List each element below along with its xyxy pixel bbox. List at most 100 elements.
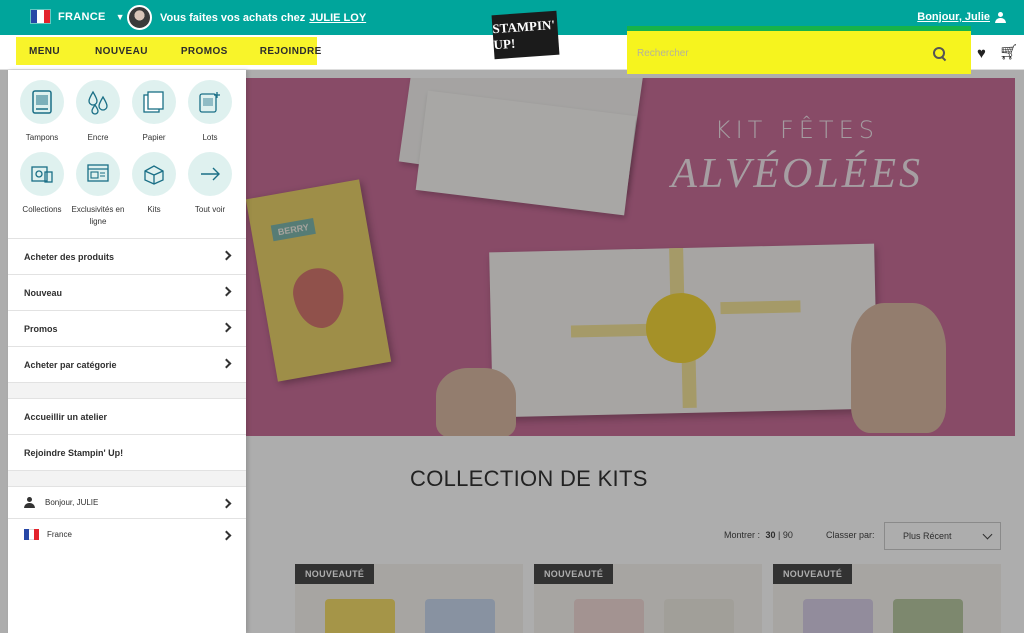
product-tile[interactable]: NOUVEAUTÉ [773, 564, 1001, 633]
category-grid: Tampons Encre Papier Lots Collections Ex… [14, 80, 240, 228]
menu-row-country[interactable]: France [8, 518, 246, 550]
show-label: Montrer : [724, 530, 761, 540]
country-selector[interactable]: FRANCE ▼ [30, 9, 125, 24]
category-papier[interactable]: Papier [126, 80, 182, 144]
category-label: Collections [22, 205, 62, 214]
row-label: Nouveau [24, 287, 63, 298]
stamp-icon [20, 80, 64, 124]
demonstrator-avatar [127, 5, 152, 30]
nav-rejoindre[interactable]: REJOINDRE [247, 46, 335, 57]
hero-banner[interactable]: BERRY KIT FÊTES ALVÉOLÉES [246, 78, 1015, 436]
hand-right-image [851, 303, 946, 433]
hero-title-line1: KIT FÊTES [714, 116, 879, 144]
new-badge: NOUVEAUTÉ [773, 564, 853, 584]
chevron-right-icon [221, 358, 232, 369]
category-label: Papier [142, 133, 166, 142]
sort-select[interactable]: Plus Récent [884, 522, 1001, 550]
category-exclusivites[interactable]: Exclusivités en ligne [70, 152, 126, 228]
account-greeting-link[interactable]: Bonjour, Julie [917, 11, 1006, 23]
show-count: Montrer : 30 | 90 [724, 530, 793, 540]
main-nav: MENU NOUVEAU PROMOS REJOINDRE [16, 37, 321, 65]
hero-title-line2: ALVÉOLÉES [671, 151, 923, 197]
category-label: Kits [147, 205, 161, 214]
row-label: Acheter par catégorie [24, 359, 117, 370]
chevron-right-icon [221, 530, 232, 541]
menu-link-atelier[interactable]: Accueillir un atelier [8, 398, 246, 434]
chevron-right-icon [221, 286, 232, 297]
menu-row-promos[interactable]: Promos [8, 310, 246, 346]
honeycomb-sun-image [645, 292, 717, 364]
category-tampons[interactable]: Tampons [14, 80, 70, 144]
chevron-down-icon [982, 529, 993, 540]
demonstrator-name-link[interactable]: JULIE LOY [309, 12, 366, 24]
chevron-right-icon [221, 498, 232, 509]
category-label: Exclusivités en ligne [71, 205, 125, 226]
stampin-up-logo[interactable]: STAMPIN' UP! [491, 10, 560, 60]
menu-row-acheter-categorie[interactable]: Acheter par catégorie [8, 346, 246, 382]
wishlist-heart-icon[interactable]: ♥ [977, 45, 986, 62]
user-icon [24, 497, 35, 508]
row-label: Promos [24, 323, 58, 334]
show-option-90[interactable]: 90 [783, 530, 793, 540]
sort-label: Classer par: [826, 530, 875, 540]
category-label: Tampons [25, 133, 59, 142]
arrow-right-icon [188, 152, 232, 196]
collections-icon [20, 152, 64, 196]
nav-promos[interactable]: PROMOS [168, 46, 247, 57]
caret-down-icon: ▼ [115, 11, 125, 22]
paper-icon [132, 80, 176, 124]
row-label: France [47, 530, 72, 539]
menu-divider [8, 470, 246, 486]
bundle-icon [188, 80, 232, 124]
online-exclusive-icon [76, 152, 120, 196]
hand-left-image [436, 368, 516, 436]
menu-divider [8, 382, 246, 398]
category-label: Tout voir [194, 205, 226, 214]
search-input[interactable] [637, 48, 927, 59]
product-tile[interactable]: NOUVEAUTÉ [534, 564, 762, 633]
category-tout-voir[interactable]: Tout voir [182, 152, 238, 228]
nav-menu[interactable]: MENU [16, 46, 82, 57]
france-flag-icon [30, 9, 51, 24]
category-label: Encre [87, 133, 109, 142]
kits-box-icon [132, 152, 176, 196]
country-label: FRANCE [58, 10, 106, 23]
search-bar [637, 37, 961, 70]
shopping-with-text: Vous faites vos achats chez [160, 11, 306, 24]
new-badge: NOUVEAUTÉ [534, 564, 614, 584]
category-lots[interactable]: Lots [182, 80, 238, 144]
new-badge: NOUVEAUTÉ [295, 564, 375, 584]
search-icon[interactable] [933, 47, 945, 59]
menu-row-account[interactable]: Bonjour, JULIE [8, 486, 246, 518]
collection-title: COLLECTION DE KITS [410, 466, 648, 491]
sort-value: Plus Récent [903, 531, 952, 541]
product-tile[interactable]: NOUVEAUTÉ [295, 564, 523, 633]
side-menu-rows: Acheter des produits Nouveau Promos Ache… [8, 238, 246, 550]
user-icon [995, 11, 1006, 23]
berry-label: BERRY [270, 217, 317, 242]
row-label: Accueillir un atelier [24, 411, 108, 422]
row-label: Rejoindre Stampin' Up! [24, 447, 124, 458]
side-menu: Tampons Encre Papier Lots Collections Ex… [8, 70, 246, 633]
row-label: Acheter des produits [24, 251, 115, 262]
search-highlight [627, 26, 971, 74]
nav-nouveau[interactable]: NOUVEAU [82, 46, 168, 57]
greeting-text: Bonjour, Julie [917, 11, 990, 23]
hero-berry-card: BERRY [246, 179, 392, 382]
category-kits[interactable]: Kits [126, 152, 182, 228]
chevron-right-icon [221, 322, 232, 333]
strawberry-image [289, 264, 349, 333]
chevron-right-icon [221, 250, 232, 261]
row-label: Bonjour, JULIE [45, 498, 99, 507]
menu-row-nouveau[interactable]: Nouveau [8, 274, 246, 310]
category-collections[interactable]: Collections [14, 152, 70, 228]
france-flag-icon [24, 529, 39, 540]
hero-sun-card [489, 243, 878, 418]
cart-icon[interactable]: 🛒︎ [999, 43, 1018, 61]
menu-row-acheter-produits[interactable]: Acheter des produits [8, 238, 246, 274]
category-label: Lots [202, 133, 218, 142]
show-option-30[interactable]: 30 [766, 530, 776, 540]
category-encre[interactable]: Encre [70, 80, 126, 144]
ink-drops-icon [76, 80, 120, 124]
menu-link-rejoindre[interactable]: Rejoindre Stampin' Up! [8, 434, 246, 470]
